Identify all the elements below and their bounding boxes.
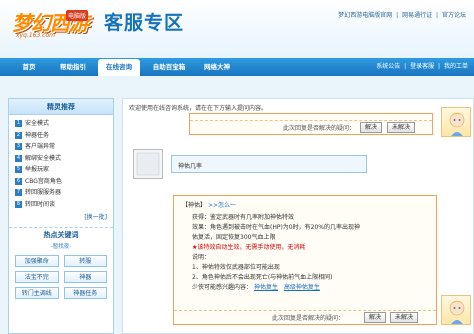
- item-number: 5: [15, 166, 22, 174]
- answer-line: 佑复活，固定恢复300气血上限: [192, 234, 276, 241]
- related-link[interactable]: 高级神佑复生: [284, 284, 320, 291]
- fairy-icon: [449, 300, 465, 324]
- user-message-bubble: 神佑几率: [171, 155, 367, 173]
- answer-line: 获得：鉴定武器时有几率附加神佑特效: [192, 214, 295, 221]
- game-logo[interactable]: 梦幻西游 电脑版 xyq.163.com: [4, 2, 98, 42]
- nav-home[interactable]: 首页: [12, 58, 46, 76]
- item-label: 举报玩家: [25, 166, 50, 173]
- nav-online-consult[interactable]: 在线咨询: [98, 59, 140, 76]
- item-label: 转回服服务器: [25, 189, 62, 196]
- nav-link-announcement[interactable]: 系统公告: [376, 63, 400, 70]
- feedback-bar: 此次回复是否解决的疑问： 解决 未解决: [190, 120, 432, 134]
- bot-avatar: [441, 295, 471, 325]
- sidebar-title: 精灵推荐: [9, 99, 113, 115]
- answer-line: 1、神佑特效仅武器部位可能出现: [192, 264, 280, 271]
- chat-panel: 欢迎使用在线咨询系统，请在在下方输入提问内容。 此次回复是否解决的疑问： 解决 …: [122, 98, 474, 334]
- item-number: 2: [15, 131, 22, 139]
- answer-link[interactable]: >>怎么一: [208, 202, 236, 209]
- item-number: 3: [15, 143, 22, 151]
- bot-answer-bubble: 【神佑】 >>怎么一 获得：鉴定武器时有几率附加神佑特效 效果：角色遇到被击时在…: [173, 195, 437, 325]
- page-title: 客服专区: [104, 12, 185, 34]
- item-number: 8: [15, 200, 22, 208]
- nav-link-my-tickets[interactable]: 我的工单: [444, 63, 468, 70]
- user-avatar: [133, 149, 163, 179]
- related-link[interactable]: 神佑复生: [254, 284, 278, 291]
- answer-line: 2、角色神佑后不会出现死亡(与神佑前气血上限相同): [192, 274, 333, 281]
- keyword-button[interactable]: 加强聚命: [15, 255, 59, 267]
- item-number: 1: [15, 120, 22, 128]
- solved-button[interactable]: 解决: [360, 122, 383, 133]
- recommend-item[interactable]: 3 客户端异常: [15, 141, 107, 153]
- nav-network-master[interactable]: 网络大神: [196, 58, 238, 76]
- nav-help[interactable]: 帮助指引: [50, 58, 96, 76]
- top-links: 梦幻西游电脑版官网 | 网易通行证 | 官方论坛: [336, 10, 466, 19]
- keyword-button[interactable]: 法宝不完: [15, 271, 59, 283]
- top-link-forum[interactable]: 官方论坛: [442, 12, 466, 19]
- user-silhouette-icon: [136, 152, 160, 176]
- feedback-question: 此次回复是否解决的疑问：: [283, 125, 356, 132]
- answer-note: ★该特效自动生效，无需手动使用，无消耗: [192, 244, 306, 251]
- item-label: 解绑安全模式: [25, 154, 62, 162]
- welcome-message: 欢迎使用在线咨询系统，请在在下方输入提问内容。: [129, 105, 268, 112]
- nav-self-service[interactable]: 自助百宝箱: [144, 58, 194, 76]
- item-number: 7: [15, 189, 22, 197]
- recommend-item[interactable]: 1 安全模式: [15, 118, 107, 130]
- answer-line: 说明：: [192, 254, 211, 261]
- feedback-bar: 此次回复是否解决的疑问： 解决 未解决: [174, 310, 436, 324]
- answer-line: 效果：角色遇到被击时在气血(HP)为0时，有20%的几率出现神: [192, 224, 360, 231]
- nav-right-links: 系统公告 | 登录客服 | 我的工单: [374, 58, 468, 76]
- item-label: 安全模式: [25, 120, 50, 127]
- top-link-separator: |: [396, 12, 399, 19]
- top-link-passport[interactable]: 网易通行证: [402, 12, 432, 19]
- keyword-button[interactable]: 神器任务: [63, 287, 107, 299]
- item-number: 6: [15, 177, 22, 185]
- keyword-button[interactable]: 转服: [63, 255, 107, 267]
- unsolved-button[interactable]: 未解决: [387, 122, 416, 133]
- item-label: 神器任务: [25, 131, 50, 139]
- item-label: CBG宫商角色: [25, 177, 62, 185]
- fairy-icon: [449, 112, 465, 136]
- keyword-button[interactable]: 神器: [63, 271, 107, 283]
- recommend-list: 1 安全模式 2 神器任务 3 客户端异常 4 解绑安全模式 5 举报玩家 6 CBG宫商角…: [9, 115, 113, 213]
- switch-batch-link[interactable]: [换一批]: [9, 213, 113, 223]
- nav-link-separator: |: [438, 63, 441, 70]
- bot-message-bubble: 此次回复是否解决的疑问： 解决 未解决: [189, 113, 433, 135]
- logo-subtitle: xyq.163.com: [16, 32, 55, 39]
- feedback-question: 此次回复是否解决的疑问：: [272, 315, 345, 322]
- site-header: 梦幻西游 电脑版 xyq.163.com 客服专区 梦幻西游电脑版官网 | 网易…: [0, 0, 474, 58]
- hot-keywords-title: 热点关键词: [9, 227, 113, 241]
- recommend-item[interactable]: 5 举报玩家: [15, 164, 107, 176]
- main-nav: 首页 帮助指引 在线咨询 自助百宝箱 网络大神 系统公告 | 登录客服 | 我的…: [0, 58, 474, 76]
- unsolved-button[interactable]: 未解决: [390, 312, 419, 323]
- hot-keywords-subtitle: -暂找夜-: [50, 244, 72, 250]
- solved-button[interactable]: 解决: [364, 312, 387, 323]
- top-link-separator: |: [436, 12, 439, 19]
- recommend-item[interactable]: 4 解绑安全模式: [15, 153, 107, 165]
- item-label: 转回时间谈: [25, 200, 56, 208]
- logo-mark: 电脑版: [66, 10, 89, 21]
- answer-tag: 【神佑】: [182, 202, 207, 209]
- nav-link-login[interactable]: 登录客服: [410, 63, 434, 70]
- recommend-item[interactable]: 8 转回时间谈: [15, 199, 107, 211]
- recommend-item[interactable]: 2 神器任务: [15, 130, 107, 142]
- recommend-item[interactable]: 7 转回服服务器: [15, 187, 107, 199]
- bot-avatar: [441, 107, 471, 137]
- item-number: 4: [15, 154, 22, 162]
- top-link-official-site[interactable]: 梦幻西游电脑版官网: [338, 12, 392, 19]
- related-prompt: 少侠可能感兴趣内容： 神佑复生 高级神佑复生: [192, 282, 320, 291]
- recommend-item[interactable]: 6 CBG宫商角色: [15, 176, 107, 188]
- keyword-button[interactable]: 转门主调线: [15, 287, 59, 299]
- answer-heading: 【神佑】 >>怎么一: [182, 200, 236, 209]
- sidebar: 精灵推荐 1 安全模式 2 神器任务 3 客户端异常 4 解绑安全模式 5 举报玩家 6C…: [8, 98, 114, 334]
- nav-link-separator: |: [404, 63, 407, 70]
- user-message-text: 神佑几率: [178, 163, 203, 170]
- keyword-grid: 加强聚命 转服 法宝不完 神器 转门主调线 神器任务: [9, 253, 113, 301]
- related-label: 少侠可能感兴趣内容：: [192, 284, 253, 291]
- item-label: 客户端异常: [25, 143, 56, 150]
